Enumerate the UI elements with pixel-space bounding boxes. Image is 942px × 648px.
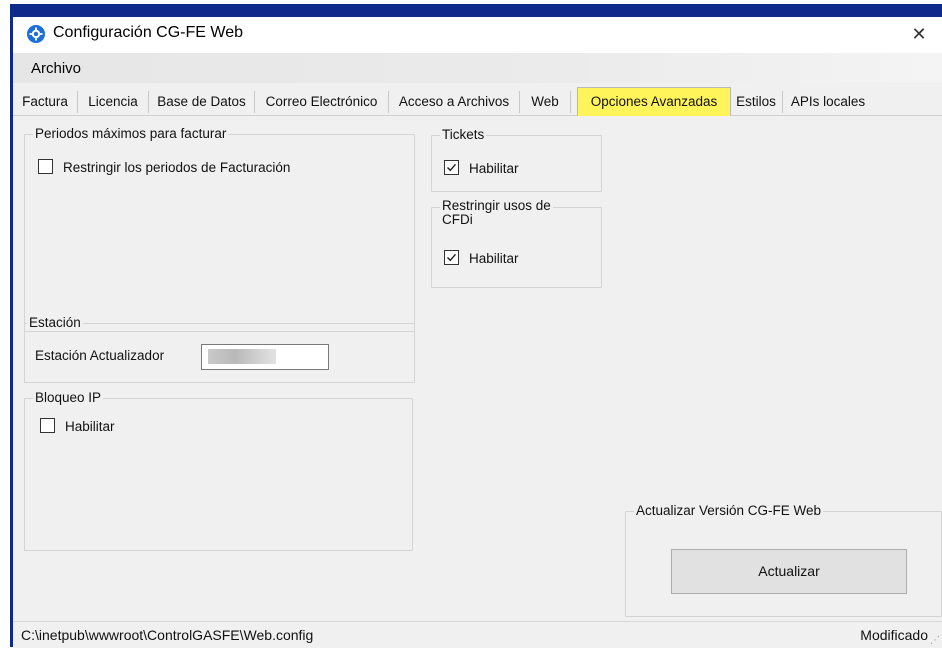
actualizar-groupbox: Actualizar Versión CG-FE Web Actualizar [625, 503, 942, 617]
tab-factura[interactable]: Factura [13, 91, 78, 113]
checkmark-icon [447, 253, 457, 262]
window-title: Configuración CG-FE Web [53, 24, 243, 41]
restringir-cfdi-title-line1: Restringir usos de [442, 198, 551, 213]
checkmark-icon [447, 163, 457, 172]
tab-web[interactable]: Web [520, 91, 571, 113]
cfdi-habilitar-row[interactable]: Habilitar [444, 250, 519, 267]
config-window: Configuración CG-FE Web ✕ Archivo Factur… [13, 17, 942, 648]
tab-licencia[interactable]: Licencia [78, 91, 149, 113]
tickets-habilitar-label: Habilitar [469, 161, 519, 176]
cfdi-habilitar-checkbox[interactable] [444, 250, 459, 265]
tab-acceso-a-archivos[interactable]: Acceso a Archivos [389, 91, 520, 113]
bloqueo-ip-habilitar-label: Habilitar [65, 419, 115, 434]
title-bar: Configuración CG-FE Web ✕ [13, 17, 942, 53]
close-button[interactable]: ✕ [896, 17, 942, 51]
actualizar-button[interactable]: Actualizar [671, 549, 907, 594]
estacion-actualizador-label: Estación Actualizador [35, 348, 165, 363]
tickets-groupbox: Tickets Habilitar [431, 127, 602, 192]
status-modificado: Modificado [860, 627, 928, 643]
menu-archivo[interactable]: Archivo [31, 60, 81, 77]
tab-apis-locales[interactable]: APIs locales [783, 91, 873, 113]
app-gear-icon [27, 25, 45, 43]
periodos-groupbox: Periodos máximos para facturar Restringi… [24, 126, 415, 332]
restringir-cfdi-groupbox: Restringir usos de CFDi Habilitar [431, 199, 602, 288]
tab-correo-electronico[interactable]: Correo Electrónico [255, 91, 389, 113]
config-path: C:\inetpub\wwwroot\ControlGASFE\Web.conf… [21, 627, 314, 643]
redacted-value [208, 349, 276, 364]
estacion-groupbox: Estación Estación Actualizador [24, 315, 415, 383]
tickets-title: Tickets [440, 127, 487, 143]
restringir-cfdi-title: Restringir usos de CFDi [440, 199, 553, 227]
tab-opciones-avanzadas[interactable]: Opciones Avanzadas [577, 87, 731, 116]
tab-estilos[interactable]: Estilos [730, 91, 783, 113]
periodos-title: Periodos máximos para facturar [33, 126, 229, 142]
estacion-title: Estación [27, 315, 83, 331]
restringir-periodos-checkbox[interactable] [38, 159, 53, 174]
tickets-habilitar-checkbox[interactable] [444, 160, 459, 175]
tab-base-de-datos[interactable]: Base de Datos [149, 91, 255, 113]
restringir-periodos-row[interactable]: Restringir los periodos de Facturación [38, 159, 290, 176]
tickets-habilitar-row[interactable]: Habilitar [444, 160, 519, 177]
actualizar-title: Actualizar Versión CG-FE Web [634, 503, 824, 519]
restringir-periodos-label: Restringir los periodos de Facturación [63, 160, 291, 175]
tab-strip: Factura Licencia Base de Datos Correo El… [13, 87, 942, 116]
bloqueo-ip-groupbox: Bloqueo IP Habilitar [24, 390, 413, 551]
bloqueo-ip-habilitar-checkbox[interactable] [40, 418, 55, 433]
restringir-cfdi-title-line2: CFDi [442, 212, 473, 227]
menu-bar: Archivo [13, 53, 942, 83]
bloqueo-ip-title: Bloqueo IP [33, 390, 104, 406]
bloqueo-ip-habilitar-row[interactable]: Habilitar [40, 418, 115, 435]
estacion-actualizador-input[interactable] [201, 344, 329, 370]
cfdi-habilitar-label: Habilitar [469, 251, 519, 266]
resize-grip-icon[interactable]: ⋰ [930, 635, 940, 646]
status-bar: C:\inetpub\wwwroot\ControlGASFE\Web.conf… [13, 621, 942, 648]
